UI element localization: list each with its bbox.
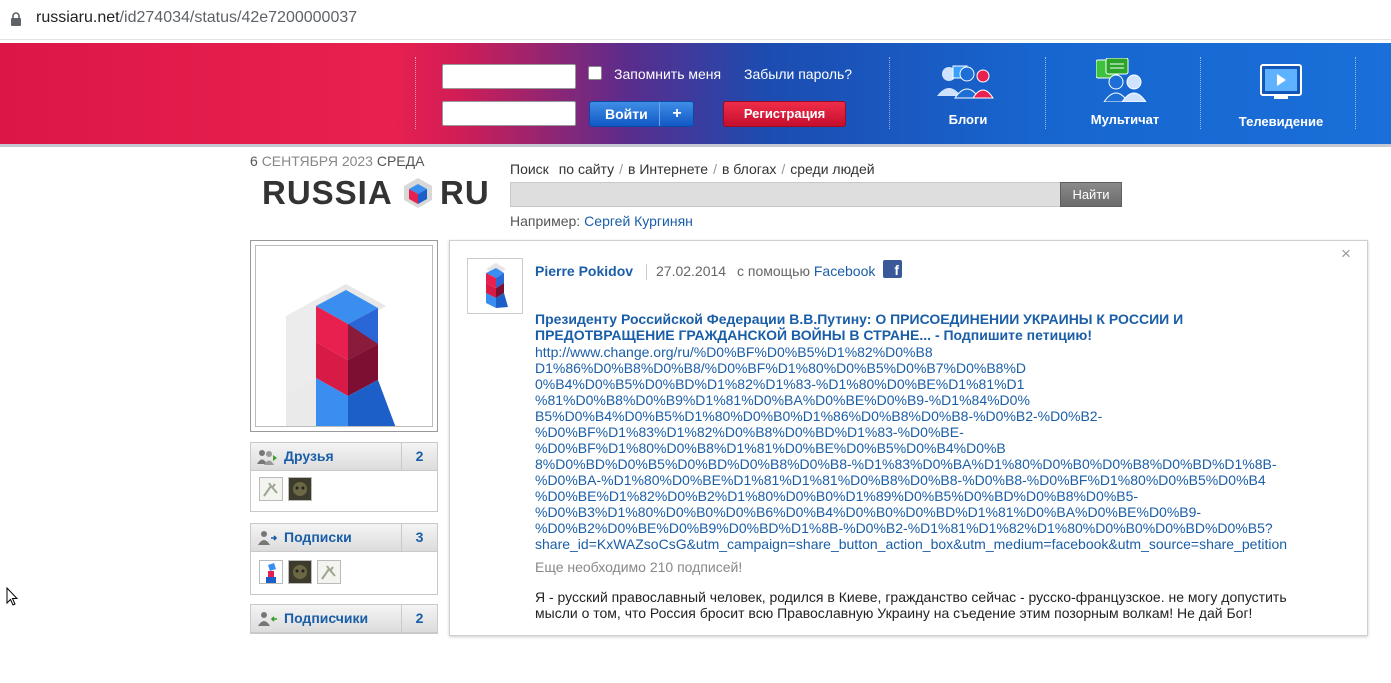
friends-count[interactable]: 2	[401, 443, 437, 470]
tab-people[interactable]: среди людей	[790, 161, 874, 177]
subscribers-header[interactable]: Подписчики 2	[251, 605, 437, 633]
header-divider	[415, 57, 416, 129]
blogs-icon	[937, 65, 994, 99]
current-date: 6 СЕНТЯБРЯ 2023 СРЕДА	[250, 153, 425, 169]
service-tv[interactable]: Телевидение	[1226, 64, 1336, 134]
via-label: с помощью	[737, 263, 810, 279]
post-meta: 27.02.2014 с помощью Facebook	[646, 263, 875, 280]
multichat-icon	[1096, 58, 1147, 102]
site-header	[0, 43, 1391, 147]
search-button[interactable]: Найти	[1060, 182, 1122, 207]
header-divider	[1355, 57, 1356, 129]
via-facebook-link[interactable]: Facebook	[814, 263, 875, 279]
service-label: Мультичат	[1090, 112, 1160, 127]
service-label: Блоги	[948, 112, 988, 127]
subscriptions-count[interactable]: 3	[401, 524, 437, 551]
tab-internet[interactable]: в Интернете	[628, 161, 708, 177]
service-label: Телевидение	[1238, 114, 1324, 129]
example-link[interactable]: Сергей Кургинян	[584, 213, 693, 229]
subscriptions-header[interactable]: Подписки 3	[251, 524, 437, 552]
logo-text-left: RUSSIA	[262, 174, 393, 211]
facebook-icon[interactable]: f	[883, 260, 902, 278]
forgot-password-link[interactable]: Забыли пароль?	[744, 66, 852, 82]
subscribers-title[interactable]: Подписчики	[284, 610, 368, 626]
tab-blogs[interactable]: в блогах	[722, 161, 776, 177]
password-field[interactable]	[442, 101, 576, 126]
friends-box: Друзья 2	[250, 442, 438, 512]
header-divider	[889, 57, 890, 129]
friends-header[interactable]: Друзья 2	[251, 443, 437, 471]
avatar-image	[286, 284, 396, 426]
friends-icon	[257, 450, 277, 465]
service-blogs[interactable]: Блоги	[913, 60, 1023, 130]
search-example: Например: Сергей Кургинян	[510, 213, 693, 229]
subscription-avatar[interactable]	[259, 560, 283, 584]
post-author-name[interactable]: Pierre Pokidov	[535, 263, 633, 279]
subscriptions-box: Подписки 3	[250, 523, 438, 595]
subscriptions-icon	[258, 531, 278, 545]
header-divider	[1200, 57, 1201, 129]
remember-checkbox[interactable]	[588, 66, 602, 80]
petition-link[interactable]: http://www.change.org/ru/%D0%BF%D0%B5%D1…	[535, 344, 1335, 552]
search-tabs: Поиск по сайту / в Интернете / в блогах / сред…	[510, 161, 875, 177]
login-button[interactable]: Войти +	[589, 101, 694, 127]
post-body: Я - русский православный человек, родилс…	[535, 589, 1287, 621]
logo-text-right: RU	[440, 174, 490, 211]
friends-title[interactable]: Друзья	[284, 448, 334, 464]
signatures-remaining: Еще необходимо 210 подписей!	[535, 559, 743, 575]
register-button[interactable]: Регистрация	[723, 101, 846, 127]
profile-avatar[interactable]	[250, 240, 438, 432]
plus-button[interactable]: +	[659, 102, 694, 126]
friend-avatar[interactable]	[259, 477, 283, 501]
lock-icon	[11, 12, 21, 26]
post-date[interactable]: 27.02.2014	[656, 263, 726, 279]
subscribers-count[interactable]: 2	[401, 605, 437, 632]
address-bar[interactable]: russiaru.net/id274034/status/42e72000000…	[0, 0, 1391, 40]
url-text: russiaru.net/id274034/status/42e72000000…	[36, 9, 358, 26]
header-divider	[1045, 57, 1046, 129]
subscription-avatar[interactable]	[317, 560, 341, 584]
tv-icon	[1260, 64, 1302, 99]
search-input[interactable]	[510, 182, 1061, 207]
friend-avatar[interactable]	[288, 477, 312, 501]
login-field[interactable]	[442, 64, 576, 89]
tab-site[interactable]: по сайту	[559, 161, 614, 177]
cube-logo-icon	[404, 178, 432, 208]
close-icon[interactable]: ×	[1341, 244, 1351, 264]
remember-label: Запомнить меня	[614, 66, 722, 82]
subscription-avatar[interactable]	[288, 560, 312, 584]
post-title[interactable]: Президенту Российской Федерации В.В.Пути…	[535, 311, 1335, 343]
service-multichat[interactable]: Мультичат	[1070, 58, 1180, 128]
subscribers-icon	[258, 612, 277, 626]
login-button-label: Войти	[605, 106, 648, 122]
subscriptions-title[interactable]: Подписки	[284, 529, 352, 545]
subscribers-box: Подписчики 2	[250, 604, 438, 634]
mouse-cursor-icon	[6, 587, 18, 606]
post-author-avatar[interactable]	[467, 258, 523, 314]
author-avatar-image	[486, 263, 508, 308]
search-label: Поиск	[510, 161, 549, 177]
